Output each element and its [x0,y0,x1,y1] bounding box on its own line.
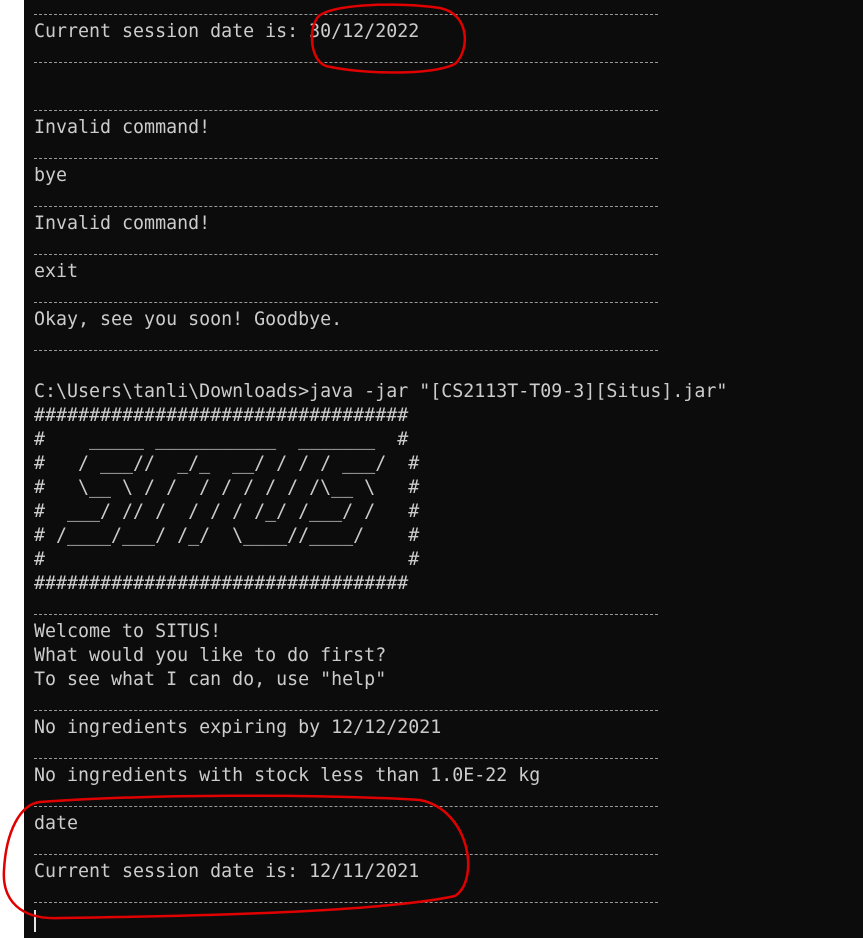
welcome-line: What would you like to do first? [34,645,387,666]
ascii-banner-line: # \__ \ / / / / / / / /\__ \ # [34,477,420,498]
command-line: bye [34,165,68,186]
separator-line [34,710,658,711]
separator-line [34,254,658,255]
welcome-line: Welcome to SITUS! [34,621,222,642]
separator-line [34,350,658,351]
shell-prompt-line: C:\Users\tanli\Downloads>java -jar "[CS2… [34,381,728,402]
ascii-banner-line: ################################## [34,573,409,594]
separator-line [34,110,658,111]
separator-line [34,854,658,855]
separator-line [34,206,658,207]
separator-line [34,158,658,159]
ascii-banner-line: # _____ ___________ _______ # [34,429,409,450]
session-date-line: Current session date is: 30/12/2022 [34,21,420,42]
ascii-banner-line: # ___/ // / / / / /_/ /___/ / # [34,501,420,522]
separator-line [34,902,658,903]
separator-line [34,302,658,303]
output-line: No ingredients expiring by 12/12/2021 [34,717,442,738]
output-line: Invalid command! [34,117,211,138]
output-line: Okay, see you soon! Goodbye. [34,309,343,330]
separator-line [34,758,658,759]
session-date-line: Current session date is: 12/11/2021 [34,861,420,882]
ascii-banner-line: # /____/___/ /_/ \____//____/ # [34,525,420,546]
separator-line [34,806,658,807]
ascii-banner-line: # # [34,549,420,570]
separator-line [34,62,658,63]
command-line: exit [34,261,79,282]
separator-line [34,614,658,615]
command-line: date [34,813,79,834]
output-line: No ingredients with stock less than 1.0E… [34,765,541,786]
separator-line [34,14,658,15]
terminal-window[interactable]: Current session date is: 30/12/2022 Inva… [24,0,863,938]
ascii-banner-line: # / ___// _/_ __/ / / / ___/ # [34,453,420,474]
text-cursor [34,910,36,932]
welcome-line: To see what I can do, use "help" [34,669,387,690]
output-line: Invalid command! [34,213,211,234]
ascii-banner-line: ################################## [34,405,409,426]
